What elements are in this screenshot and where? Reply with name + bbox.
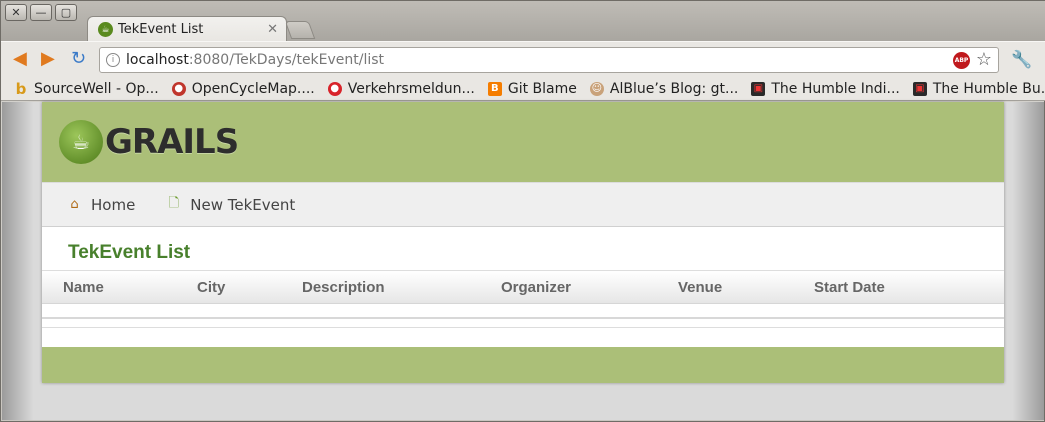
nav-home-label: Home — [91, 195, 136, 214]
page-viewport: ☕ GRAILS ⌂ Home 🗋 New TekEvent TekEvent … — [2, 102, 1044, 420]
bookmark-label: Git Blame — [507, 80, 577, 97]
traffic-icon: ● — [327, 81, 342, 96]
humble-icon: ▣ — [751, 81, 766, 96]
tekevent-table: Name City Description Organizer Venue St… — [42, 270, 1004, 328]
active-tab[interactable]: ☕ TekEvent List ✕ — [87, 16, 287, 42]
nav-new-tekevent-link[interactable]: 🗋 New TekEvent — [165, 195, 296, 214]
bookmark-label: Verkehrsmeldun... — [347, 80, 475, 97]
tab-title: TekEvent List — [118, 22, 204, 37]
bookmark-item[interactable]: ● Verkehrsmeldun... — [327, 80, 475, 97]
blogger-icon: B — [487, 81, 502, 96]
grails-cup-icon: ☕ — [59, 120, 103, 164]
url-path: :8080/TekDays/tekEvent/list — [188, 52, 385, 68]
back-arrow-icon[interactable]: ◀ — [13, 50, 27, 68]
column-header-organizer[interactable]: Organizer — [501, 279, 571, 296]
bookmark-item[interactable]: b SourceWell - Op... — [14, 79, 159, 98]
bookmark-label: The Humble Bu... — [932, 80, 1045, 97]
browser-toolbar: ◀ ▶ ↻ i localhost:8080/TekDays/tekEvent/… — [1, 41, 1045, 77]
url-text[interactable]: localhost:8080/TekDays/tekEvent/list — [126, 52, 384, 68]
wrench-menu-icon[interactable]: 🔧 — [1011, 50, 1032, 70]
column-header-city[interactable]: City — [197, 279, 225, 296]
bookmark-label: The Humble Indi... — [771, 80, 900, 97]
bookmark-item[interactable]: ☺ AlBlue’s Blog: gt... — [589, 80, 739, 97]
cycle-icon: ● — [171, 81, 186, 96]
adblock-icon[interactable]: ABP — [953, 52, 970, 69]
window-controls: ✕ — ▢ — [5, 4, 77, 21]
tab-strip: ✕ — ▢ ☕ TekEvent List ✕ — [1, 1, 1045, 42]
grails-logo[interactable]: ☕ GRAILS — [59, 120, 239, 164]
bookmark-item[interactable]: ▣ The Humble Indi... — [751, 81, 900, 97]
page-footer — [42, 347, 1004, 383]
column-header-description[interactable]: Description — [302, 279, 385, 296]
bookmark-label: SourceWell - Op... — [34, 80, 159, 97]
new-tab-button[interactable] — [284, 21, 316, 39]
bookmark-item[interactable]: ● OpenCycleMap.... — [171, 80, 315, 97]
bookmark-item[interactable]: ▣ The Humble Bu... — [912, 80, 1045, 97]
nav-home-link[interactable]: ⌂ Home — [66, 196, 135, 214]
table-body — [42, 304, 1004, 319]
bookmark-label: AlBlue’s Blog: gt... — [609, 80, 739, 97]
column-header-venue[interactable]: Venue — [678, 279, 722, 296]
bookmark-item[interactable]: B Git Blame — [487, 80, 577, 97]
humble-icon: ▣ — [912, 81, 927, 96]
close-window-button[interactable]: ✕ — [5, 4, 27, 21]
browser-window: ✕ — ▢ ☕ TekEvent List ✕ ◀ ▶ ↻ i localhos… — [0, 0, 1045, 422]
grails-page: ☕ GRAILS ⌂ Home 🗋 New TekEvent TekEvent … — [42, 102, 1004, 383]
address-bar[interactable]: i localhost:8080/TekDays/tekEvent/list A… — [99, 47, 999, 73]
bookmark-label: OpenCycleMap.... — [191, 80, 315, 97]
url-host: localhost — [126, 52, 189, 68]
column-header-name[interactable]: Name — [63, 279, 104, 296]
bookmark-star-icon[interactable]: ☆ — [976, 49, 992, 70]
tab-close-icon[interactable]: ✕ — [267, 22, 278, 37]
page-info-icon[interactable]: i — [106, 53, 120, 67]
page-nav: ⌂ Home 🗋 New TekEvent — [42, 182, 1004, 227]
grails-favicon-icon: ☕ — [98, 22, 113, 37]
avatar-icon: ☺ — [589, 81, 604, 96]
new-document-icon: 🗋 — [168, 195, 180, 211]
b-icon: b — [15, 79, 27, 98]
home-icon: ⌂ — [70, 197, 79, 212]
bookmarks-bar: b SourceWell - Op... ● OpenCycleMap.... … — [1, 77, 1045, 101]
maximize-window-button[interactable]: ▢ — [55, 4, 77, 21]
logo-text: GRAILS — [105, 122, 239, 162]
column-header-start-date[interactable]: Start Date — [814, 279, 885, 296]
table-header: Name City Description Organizer Venue St… — [42, 270, 1004, 304]
minimize-window-button[interactable]: — — [30, 4, 52, 21]
forward-arrow-icon[interactable]: ▶ — [41, 50, 55, 68]
pagination — [42, 319, 1004, 328]
nav-new-label: New TekEvent — [190, 195, 296, 214]
reload-icon[interactable]: ↻ — [71, 50, 86, 68]
page-header: ☕ GRAILS — [42, 102, 1004, 182]
page-title: TekEvent List — [68, 242, 191, 263]
